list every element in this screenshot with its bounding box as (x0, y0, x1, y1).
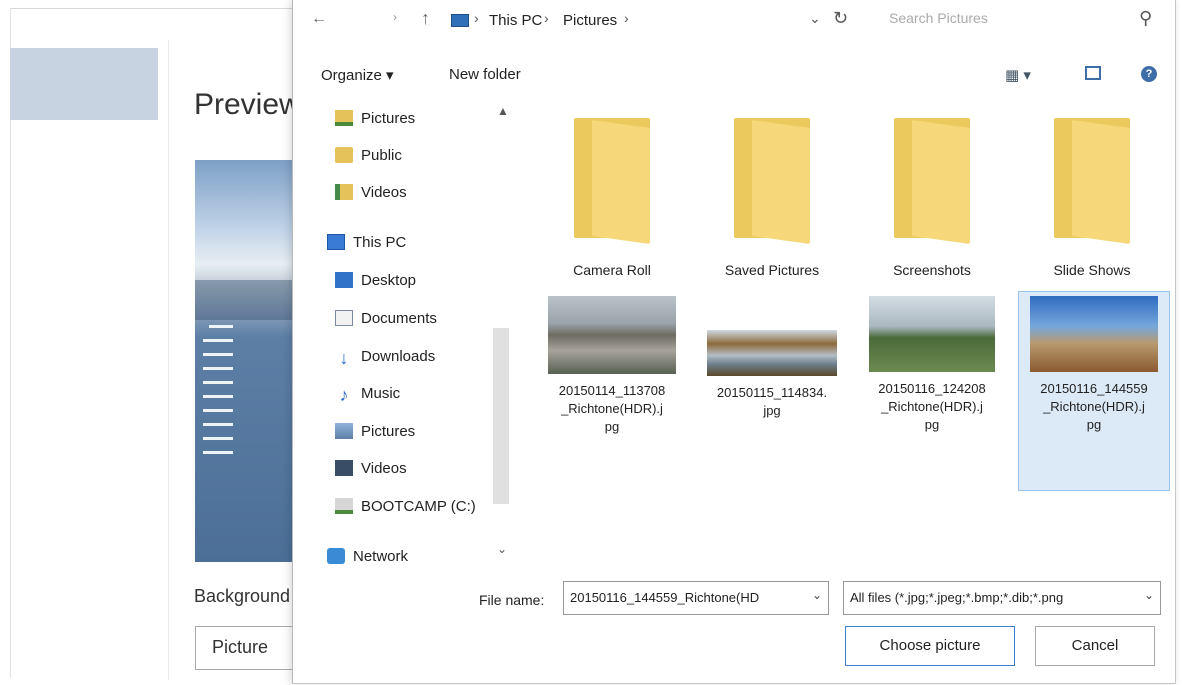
chevron-down-icon[interactable]: ⌄ (1144, 588, 1154, 602)
nav-item-this-pc[interactable]: This PC (327, 234, 406, 260)
file-open-dialog: ← › ↑ › This PC › Pictures › ⌄ ↻ Search … (292, 0, 1176, 684)
videos-folder-icon (335, 184, 353, 200)
videos-icon (335, 460, 353, 476)
file-item[interactable]: 20150114_113708 _Richtone(HDR).j pg (537, 296, 687, 486)
background-label: Background (194, 586, 291, 606)
nav-item-music[interactable]: ♪ Music (335, 385, 401, 411)
file-list: Camera Roll Saved Pictures Screenshots S… (537, 96, 1170, 566)
computer-icon (327, 234, 345, 250)
folder-icon (574, 118, 650, 245)
image-thumbnail (548, 296, 676, 374)
breadcrumb-pictures[interactable]: Pictures (563, 12, 617, 29)
music-icon: ♪ (339, 385, 349, 405)
address-bar-row: ← › ↑ › This PC › Pictures › ⌄ ↻ Search … (293, 0, 1175, 46)
folder-icon (1054, 118, 1130, 245)
folder-icon (894, 118, 970, 245)
nav-item-desktop[interactable]: Desktop (335, 272, 416, 298)
window-top-border (10, 8, 300, 9)
search-input[interactable]: Search Pictures (889, 10, 1089, 34)
cancel-button[interactable]: Cancel (1035, 626, 1155, 666)
file-type-select[interactable]: All files (*.jpg;*.jpeg;*.bmp;*.dib;*.pn… (843, 581, 1161, 615)
file-item[interactable]: 20150116_124208 _Richtone(HDR).j pg (857, 296, 1007, 486)
nav-item-public[interactable]: Public (335, 147, 402, 173)
desktop-icon (335, 272, 353, 288)
settings-divider (168, 40, 169, 680)
nav-item-downloads[interactable]: ↓ Downloads (335, 348, 436, 374)
up-button[interactable]: ↑ (421, 8, 430, 29)
breadcrumb-separator-icon[interactable]: › (474, 10, 479, 26)
preview-pane-icon[interactable] (1085, 66, 1101, 80)
folder-saved-pictures[interactable]: Saved Pictures (697, 96, 847, 278)
public-folder-icon (335, 147, 353, 163)
desktop-preview (195, 160, 295, 562)
nav-item-network[interactable]: Network (327, 548, 408, 574)
network-icon (327, 548, 345, 564)
new-folder-button[interactable]: New folder (449, 66, 521, 83)
breadcrumb-separator-icon[interactable]: › (544, 10, 549, 26)
folder-slide-shows[interactable]: Slide Shows (1017, 96, 1167, 278)
nav-item-pictures[interactable]: Pictures (335, 423, 415, 449)
settings-nav-selected-item[interactable] (10, 48, 158, 120)
folder-icon (734, 118, 810, 245)
nav-item-documents[interactable]: Documents (335, 310, 437, 336)
nav-item-videos[interactable]: Videos (335, 460, 407, 486)
preview-heading: Preview (194, 88, 301, 121)
pictures-folder-icon (335, 110, 353, 126)
preview-start-menu (203, 325, 233, 465)
downloads-icon: ↓ (339, 348, 349, 368)
scroll-up-icon[interactable]: ▲ (497, 104, 509, 118)
preview-landscape (195, 280, 295, 320)
file-item[interactable]: 20150115_114834. jpg (697, 296, 847, 486)
folder-screenshots[interactable]: Screenshots (857, 96, 1007, 278)
nav-item-pictures-folder[interactable]: Pictures (335, 110, 415, 136)
file-item-selected[interactable]: 20150116_144559 _Richtone(HDR).j pg (1018, 291, 1170, 491)
drive-icon (335, 498, 353, 514)
change-view-icon[interactable]: ▦ ▾ (1005, 66, 1031, 84)
breadcrumb-this-pc[interactable]: This PC (489, 12, 542, 29)
image-thumbnail (1030, 296, 1158, 372)
navigation-scrollbar[interactable] (493, 328, 509, 504)
nav-item-bootcamp[interactable]: BOOTCAMP (C:) (335, 498, 476, 524)
back-button[interactable]: ← (311, 10, 327, 28)
nav-item-videos-folder[interactable]: Videos (335, 184, 407, 210)
breadcrumb-separator-icon[interactable]: › (624, 10, 629, 26)
navigation-pane: ▲ ⌄ Pictures Public Videos This PC Deskt… (293, 96, 517, 576)
chevron-down-icon[interactable]: ⌄ (812, 588, 822, 602)
scroll-down-icon[interactable]: ⌄ (497, 542, 507, 556)
search-icon[interactable]: ⚲ (1139, 8, 1152, 29)
computer-icon (451, 14, 469, 27)
documents-icon (335, 310, 353, 326)
folder-camera-roll[interactable]: Camera Roll (537, 96, 687, 278)
image-thumbnail (707, 330, 837, 376)
file-name-label: File name: (479, 592, 545, 608)
organize-button[interactable]: Organize ▾ (321, 66, 394, 84)
file-name-input[interactable]: 20150116_144559_Richtone(HD ⌄ (563, 581, 829, 615)
dialog-toolbar: Organize ▾ New folder ▦ ▾ ? (293, 56, 1175, 92)
refresh-icon[interactable]: ↻ (833, 8, 848, 29)
recent-locations-button[interactable]: › (393, 10, 397, 24)
choose-picture-button[interactable]: Choose picture (845, 626, 1015, 666)
pictures-icon (335, 423, 353, 439)
help-icon[interactable]: ? (1141, 66, 1157, 82)
chevron-down-icon[interactable]: ⌄ (809, 10, 821, 27)
image-thumbnail (869, 296, 995, 372)
